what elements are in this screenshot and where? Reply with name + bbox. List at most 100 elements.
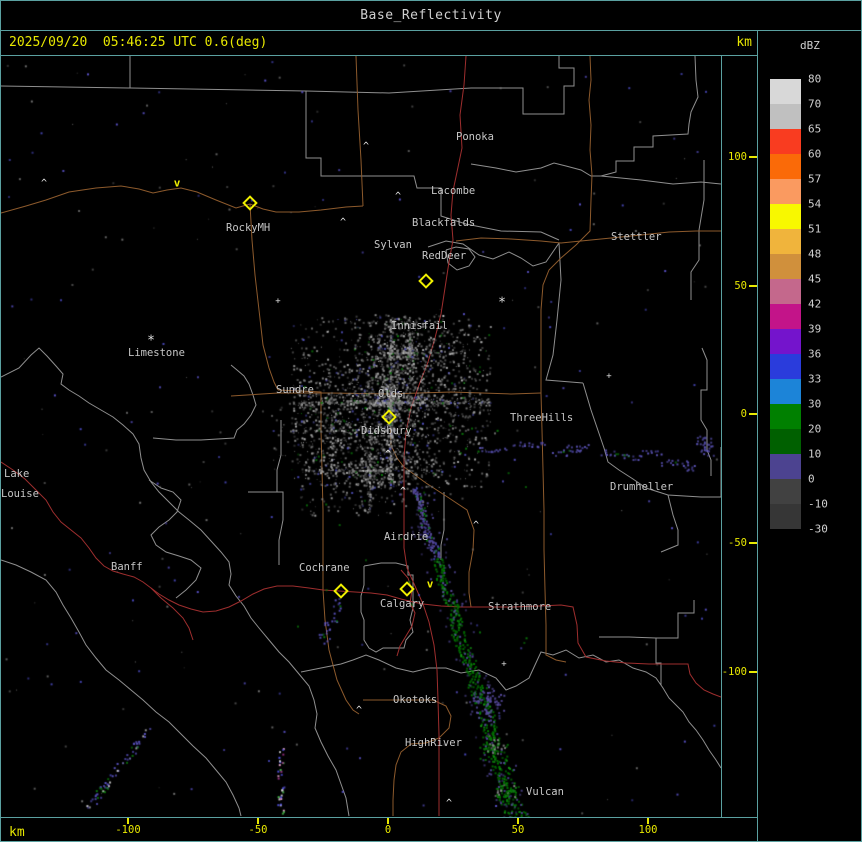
x-axis-tick-label: -100 [115, 824, 141, 836]
radar-application-window: Base_Reflectivity 2025/09/20 05:46:25 UT… [0, 0, 862, 842]
plus-marker-icon: + [501, 659, 507, 670]
colorbar-swatch [770, 79, 801, 104]
city-label-lake: Lake [4, 467, 30, 480]
colorbar-swatch [770, 254, 801, 279]
colorbar-tick-label: -10 [808, 497, 828, 511]
y-axis-tick-mark [749, 413, 757, 415]
city-label-sylvan: Sylvan [374, 238, 412, 251]
city-label-innisfail: Innisfail [391, 319, 448, 332]
colorbar-tick-label: 70 [808, 97, 822, 111]
city-label-vulcan: Vulcan [526, 785, 564, 798]
y-axis-tick-label: -100 [721, 665, 747, 678]
city-label-louise: Louise [1, 487, 39, 500]
colorbar-swatch [770, 279, 801, 304]
city-label-airdrie: Airdrie [384, 530, 429, 543]
colorbar-tick-label: 48 [808, 247, 822, 261]
colorbar-swatch [770, 504, 801, 529]
x-axis-tick-label: 50 [511, 824, 525, 836]
x-axis: km -100 -50 0 50 100 [1, 817, 757, 841]
city-label-banff: Banff [111, 560, 143, 573]
dbz-unit-label: dBZ [800, 39, 820, 52]
city-label-sundre: Sundre [276, 383, 314, 396]
colorbar-swatch [770, 404, 801, 429]
colorbar-tick-label: 0 [808, 472, 815, 486]
y-axis-tick-label: 0 [740, 407, 747, 420]
city-label-drumheller: Drumheller [610, 480, 674, 493]
colorbar-swatch [770, 479, 801, 504]
city-label-didsbury: Didsbury [361, 424, 412, 437]
city-label-strathmore: Strathmore [488, 600, 552, 613]
colorbar-tick-label: 39 [808, 322, 822, 336]
colorbar-swatch [770, 229, 801, 254]
y-axis-tick-mark [749, 542, 757, 544]
asterisk-marker-icon: * [147, 333, 155, 349]
colorbar-swatch [770, 154, 801, 179]
colorbar-swatch [770, 104, 801, 129]
summit-caret-icon: ^ [445, 798, 453, 809]
bottom-km-unit-label: km [9, 825, 25, 840]
colorbar-tick-label: 20 [808, 422, 822, 436]
colorbar-panel: dBZ 80 70 65 60 57 54 51 48 45 42 39 36 33 30 20 10 0 -10… [758, 31, 861, 841]
city-label-limestone: Limestone [128, 346, 185, 359]
colorbar-swatch [770, 204, 801, 229]
x-axis-tick-label: 100 [638, 824, 658, 836]
colorbar-tick-label: 42 [808, 297, 822, 311]
summit-caret-icon: ^ [472, 520, 480, 531]
city-label-rockymh: RockyMH [226, 221, 271, 234]
summit-caret-icon: ^ [399, 486, 407, 497]
plus-marker-icon: + [275, 296, 281, 307]
colorbar-tick-label: 60 [808, 147, 822, 161]
plus-marker-icon: + [606, 371, 612, 382]
colorbar-tick-label: 65 [808, 122, 822, 136]
city-label-stettler: Stettler [611, 230, 662, 243]
city-label-blackfalds: Blackfalds [412, 216, 476, 229]
colorbar-tick-label: 45 [808, 272, 822, 286]
map-pane: 2025/09/20 05:46:25 UTC 0.6(deg) km Pono… [1, 31, 758, 841]
summit-caret-icon: ^ [40, 178, 48, 189]
vee-marker-icon: v [426, 577, 434, 591]
map-right-border [721, 56, 722, 817]
colorbar-tick-label: 10 [808, 447, 822, 461]
window-title: Base_Reflectivity [360, 8, 502, 23]
colorbar-swatch [770, 429, 801, 454]
summit-caret-icon: ^ [355, 705, 363, 716]
colorbar-swatch [770, 379, 801, 404]
city-label-reddeer: RedDeer [422, 249, 467, 262]
x-axis-tick-label: -50 [248, 824, 268, 836]
city-label-ponoka: Ponoka [456, 130, 494, 143]
summit-caret-icon: ^ [394, 191, 402, 202]
radar-map-viewport[interactable]: Ponoka Lacombe Blackfalds Sylvan RedDeer Stet… [1, 56, 757, 818]
y-axis-tick-label: -50 [728, 536, 747, 549]
y-axis-tick-mark [749, 285, 757, 287]
vee-marker-icon: v [173, 176, 181, 190]
city-label-okotoks: Okotoks [393, 693, 438, 706]
colorbar-tick-label: 54 [808, 197, 822, 211]
y-axis-tick-mark [749, 671, 757, 673]
top-km-unit-label: km [736, 35, 752, 50]
colorbar-tick-label: -30 [808, 522, 828, 536]
y-axis-tick-label: 100 [728, 150, 747, 163]
city-label-olds: Olds [378, 387, 404, 400]
city-label-calgary: Calgary [380, 597, 425, 610]
colorbar-swatch [770, 454, 801, 479]
y-axis-tick-label: 50 [734, 279, 747, 292]
info-bar: 2025/09/20 05:46:25 UTC 0.6(deg) km [1, 31, 757, 56]
summit-caret-icon: ^ [362, 141, 370, 152]
colorbar-swatch [770, 329, 801, 354]
title-bar: Base_Reflectivity [1, 1, 861, 31]
city-label-threehills: ThreeHills [510, 411, 574, 424]
colorbar-swatch [770, 354, 801, 379]
city-label-highriver: HighRiver [405, 736, 462, 749]
city-label-lacombe: Lacombe [431, 184, 476, 197]
colorbar-tick-label: 51 [808, 222, 822, 236]
city-label-cochrane: Cochrane [299, 561, 350, 574]
x-axis-tick-label: 0 [384, 824, 392, 836]
colorbar-tick-label: 36 [808, 347, 822, 361]
summit-caret-icon: ^ [339, 217, 347, 228]
colorbar-swatch [770, 304, 801, 329]
y-axis-tick-mark [749, 156, 757, 158]
colorbar-tick-label: 33 [808, 372, 822, 386]
asterisk-marker-icon: * [498, 295, 506, 311]
colorbar-swatch [770, 129, 801, 154]
colorbar-tick-label: 80 [808, 72, 822, 86]
